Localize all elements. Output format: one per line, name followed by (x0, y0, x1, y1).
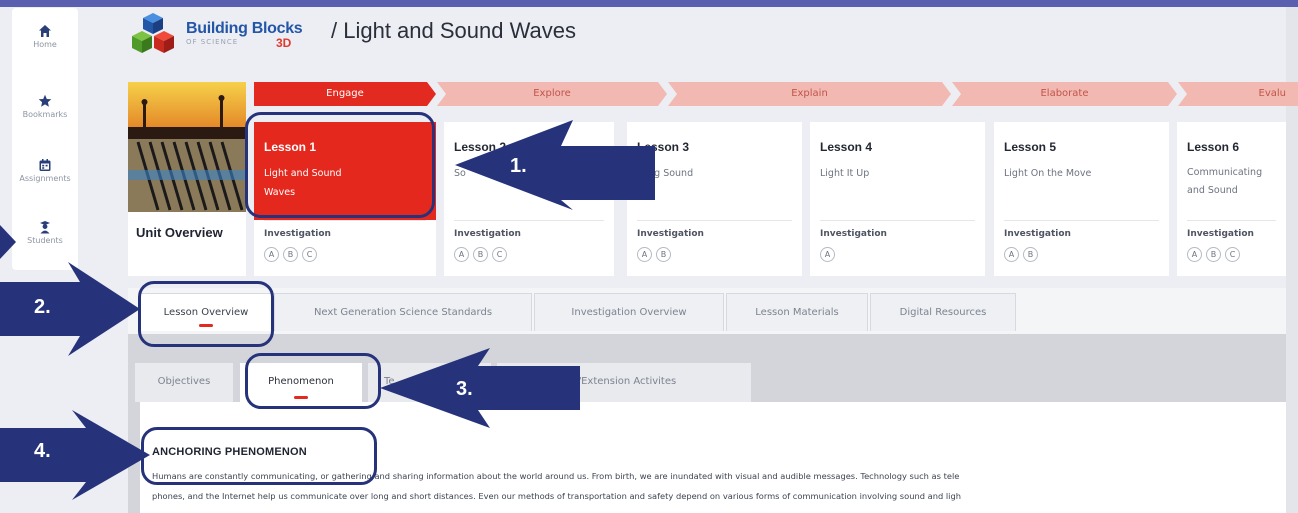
callout-arrow-4 (0, 410, 150, 500)
investigation-badge[interactable]: B (1023, 247, 1038, 262)
investigation-badge[interactable]: A (1187, 247, 1202, 262)
investigation-badge[interactable]: A (264, 247, 279, 262)
divider (1004, 220, 1159, 221)
tab-digital-resources[interactable]: Digital Resources (870, 293, 1016, 331)
investigation-label: Investigation (1004, 229, 1071, 239)
callout-1: 1. (510, 155, 527, 177)
lesson-name: Light It Up (820, 168, 870, 179)
sidebar-item-label: Bookmarks (22, 110, 68, 119)
investigation-badge[interactable]: A (820, 247, 835, 262)
investigation-badge[interactable]: B (473, 247, 488, 262)
sidebar-item-label: Assignments (19, 174, 71, 183)
divider (264, 220, 426, 221)
page-title: / Light and Sound Waves (331, 18, 577, 43)
lesson-card-5[interactable]: Lesson 5 Light On the Move Investigation… (994, 122, 1169, 276)
callout-arrow-1 (455, 120, 655, 210)
content-line-2: phones, and the Internet help us communi… (152, 491, 961, 501)
sidebar-item-students[interactable]: Students (12, 220, 78, 245)
lesson-title: Lesson 4 (820, 140, 873, 154)
unit-overview-label: Unit Overview (136, 225, 223, 240)
callout-arrow-2 (0, 262, 140, 356)
callout-arrow-partial (0, 225, 16, 259)
investigation-label: Investigation (637, 229, 704, 239)
highlight-anchoring-phenomenon (141, 427, 377, 485)
divider (637, 220, 792, 221)
divider (1187, 220, 1276, 221)
phase-explain[interactable]: Explain (668, 82, 951, 106)
sidebar: Home Bookmarks Assignments Students (12, 8, 78, 270)
highlight-phenomenon (245, 353, 381, 409)
callout-3: 3. (456, 378, 473, 400)
phase-elaborate[interactable]: Elaborate (952, 82, 1177, 106)
lesson-name: Light On the Move (1004, 168, 1092, 179)
highlight-lesson-1 (245, 112, 435, 218)
investigation-badge[interactable]: C (302, 247, 317, 262)
brand-3d: 3D (276, 36, 292, 50)
sidebar-item-label: Students (27, 236, 63, 245)
investigation-badge[interactable]: C (1225, 247, 1240, 262)
investigation-badge[interactable]: A (637, 247, 652, 262)
investigation-badge[interactable]: B (283, 247, 298, 262)
tab-ngss[interactable]: Next Generation Science Standards (274, 293, 532, 331)
calendar-icon (39, 159, 51, 171)
sidebar-item-assignments[interactable]: Assignments (12, 158, 78, 183)
students-icon (40, 221, 50, 234)
sidebar-item-home[interactable]: Home (12, 24, 78, 49)
star-icon (38, 94, 52, 107)
brand-subtitle: OF SCIENCE (186, 38, 239, 46)
callout-2: 2. (34, 296, 51, 318)
top-accent-bar (0, 0, 1298, 7)
sidebar-item-bookmarks[interactable]: Bookmarks (12, 94, 78, 119)
divider (820, 220, 975, 221)
callout-arrow-3 (380, 348, 580, 428)
highlight-lesson-overview (138, 281, 274, 347)
divider (454, 220, 604, 221)
investigation-label: Investigation (264, 229, 331, 239)
tab-investigation-overview[interactable]: Investigation Overview (534, 293, 724, 331)
investigation-badge[interactable]: C (492, 247, 507, 262)
lesson-card-4[interactable]: Lesson 4 Light It Up Investigation A (810, 122, 985, 276)
tab-lesson-materials[interactable]: Lesson Materials (726, 293, 868, 331)
investigation-label: Investigation (820, 229, 887, 239)
home-icon (39, 25, 51, 37)
sidebar-item-label: Home (33, 40, 57, 49)
investigation-label: Investigation (454, 229, 521, 239)
subtab-objectives[interactable]: Objectives (134, 362, 234, 402)
lesson-title: Lesson 5 (1004, 140, 1057, 154)
unit-image (128, 82, 246, 212)
phase-explore[interactable]: Explore (437, 82, 667, 106)
investigation-badge[interactable]: A (454, 247, 469, 262)
investigation-badge[interactable]: B (1206, 247, 1221, 262)
investigation-badge[interactable]: B (656, 247, 671, 262)
investigation-badge[interactable]: A (1004, 247, 1019, 262)
phase-evaluate[interactable]: Evalu (1178, 82, 1298, 106)
lesson-title: Lesson 6 (1187, 140, 1240, 154)
lesson-name: Communicating and Sound (1187, 167, 1263, 196)
lesson-card-6[interactable]: Lesson 6 Communicating and Sound Investi… (1177, 122, 1286, 276)
unit-overview-card[interactable]: Unit Overview (128, 82, 246, 276)
phase-engage[interactable]: Engage (254, 82, 436, 106)
investigation-label: Investigation (1187, 229, 1254, 239)
building-blocks-logo (132, 13, 174, 53)
callout-4: 4. (34, 440, 51, 462)
